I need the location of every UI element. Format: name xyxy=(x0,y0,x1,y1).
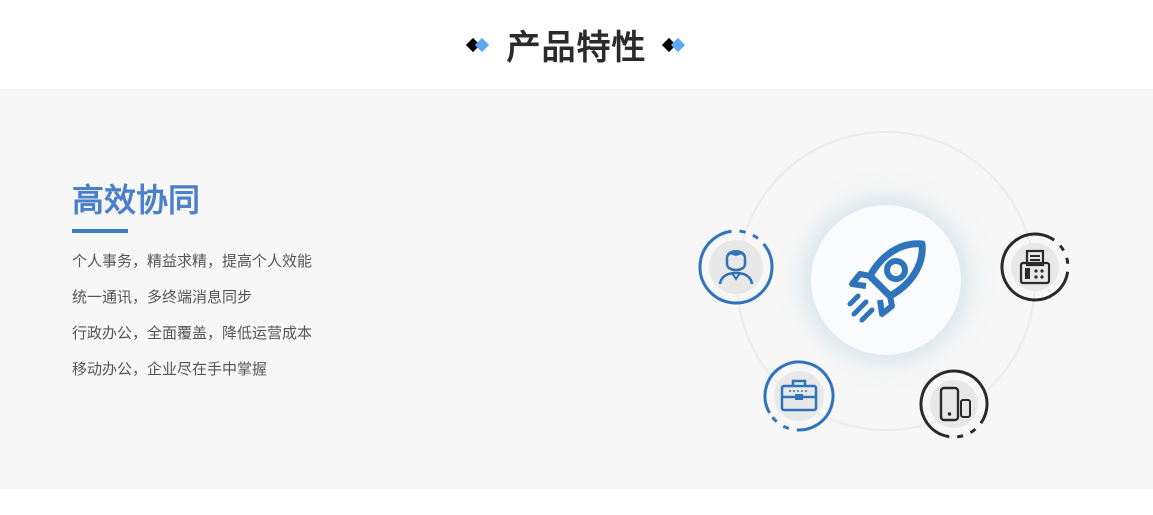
diamond-decoration-right-icon xyxy=(661,37,687,53)
center-circle xyxy=(811,205,961,355)
fax-icon xyxy=(1019,249,1051,285)
user-icon xyxy=(718,250,754,285)
list-item: 统一通讯，多终端消息同步 xyxy=(72,288,253,307)
mobile-devices-icon xyxy=(939,386,971,422)
node-briefcase xyxy=(762,359,836,433)
node-mobile xyxy=(918,368,990,440)
section-title: 产品特性 xyxy=(506,28,647,68)
feature-text-block: 高效协同 个人事务，精益求精，提高个人效能 统一通讯，多终端消息同步 行政办公，… xyxy=(72,181,312,387)
diamond-decoration-left-icon xyxy=(465,37,491,53)
list-item: 移动办公，企业尽在手中掌握 xyxy=(72,360,268,379)
feature-title: 高效协同 xyxy=(72,181,201,219)
rocket-icon xyxy=(847,240,926,323)
feature-title-underline xyxy=(72,229,128,234)
node-fax xyxy=(999,231,1071,303)
feature-list: 个人事务，精益求精，提高个人效能 统一通讯，多终端消息同步 行政办公，全面覆盖，… xyxy=(72,243,312,387)
feature-diagram xyxy=(690,125,1090,445)
section-header: 产品特性 xyxy=(0,0,1153,89)
list-item: 个人事务，精益求精，提高个人效能 xyxy=(72,252,313,271)
briefcase-icon xyxy=(780,379,818,412)
node-user xyxy=(697,228,775,306)
list-item: 行政办公，全面覆盖，降低运营成本 xyxy=(72,324,313,343)
